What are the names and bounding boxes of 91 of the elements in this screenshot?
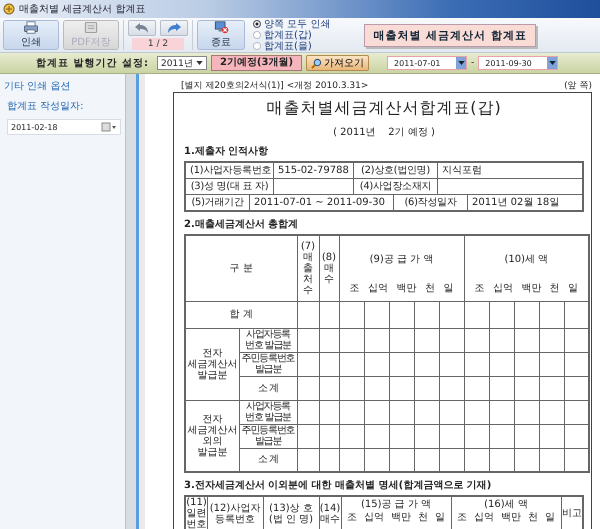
print-button[interactable]: 인쇄: [3, 20, 59, 50]
calendar-icon: [101, 122, 117, 132]
column-header: (14)매수: [319, 496, 341, 529]
unit-label: 천: [550, 283, 560, 294]
page-indicator: 1 / 2: [132, 38, 184, 50]
column-header: (16)세 액: [483, 499, 529, 510]
column-header: (15)공 급 가 액: [360, 499, 432, 510]
section-heading: 2.매출세금계산서 총합계: [184, 218, 300, 231]
splitter-handle[interactable]: [125, 74, 139, 529]
start-date-field[interactable]: 2011-07-01: [387, 56, 468, 70]
field-value: 2011-07-01 ~ 2011-09-30: [254, 197, 385, 208]
unit-label: 백만: [501, 512, 521, 523]
unit-label: 조: [457, 512, 467, 523]
row-group-header: 전자 세금계산서 외의 발급분: [185, 400, 239, 472]
unit-label: 조: [350, 283, 360, 294]
column-header: (8)매수: [319, 235, 339, 301]
caret-icon: [548, 61, 556, 65]
caret-icon: [458, 61, 465, 65]
unit-label: 일: [545, 512, 555, 523]
date-field-label: 합계표 작성일자:: [6, 100, 85, 113]
unit-label: 일: [568, 283, 578, 294]
unit-label: 백만: [391, 512, 411, 523]
page-side-label: (앞 쪽): [564, 80, 592, 92]
monitor-close-icon: [212, 21, 230, 34]
form-heading: 매출처별세금계산서합계표(갑): [265, 98, 503, 119]
column-header: (9)공 급 가 액: [368, 254, 434, 265]
field-value: 2011년 02월 18일: [472, 197, 560, 208]
caret-icon: [196, 61, 203, 65]
field-label: (3)성 명(대 표 자): [186, 179, 274, 194]
unit-label: 십억: [364, 512, 384, 523]
forward-button[interactable]: [160, 20, 188, 36]
unit-label: 백만: [396, 283, 417, 294]
radio-dot[interactable]: [253, 42, 261, 50]
field-value: 515-02-79788: [278, 165, 349, 176]
dropdown-button[interactable]: [547, 57, 558, 69]
year-dropdown[interactable]: 2011년: [156, 56, 207, 70]
row-header: 사업자등록 번호 발급분: [239, 400, 297, 424]
back-button[interactable]: [128, 20, 156, 36]
forward-arrow-icon: [166, 22, 182, 34]
date-field[interactable]: 2011-02-18: [7, 119, 121, 135]
column-header: 구 분: [185, 235, 297, 301]
row-header: 합 계: [185, 301, 297, 328]
unit-label: 일: [443, 283, 454, 294]
field-label: (1)사업자등록번호: [186, 163, 274, 178]
field-label: (6)작성일자: [394, 195, 468, 210]
unit-label: 조: [347, 512, 357, 523]
period-label: 합계표 발행기간 설정:: [36, 57, 149, 70]
unit-label: 십억: [474, 512, 494, 523]
field-label: (4)사업장소재지: [354, 179, 438, 194]
row-group-header: 전자 세금계산서 발급분: [185, 328, 239, 400]
print-option-radio[interactable]: 합계표(을): [253, 40, 330, 52]
unit-label: 일: [435, 512, 445, 523]
row-header: 사업자등록 번호 발급분: [239, 328, 297, 352]
end-date-field[interactable]: 2011-09-30: [478, 56, 558, 70]
back-arrow-icon: [134, 22, 150, 34]
fetch-button[interactable]: 가져오기: [306, 55, 370, 71]
sidebar-heading: 기타 인쇄 옵션: [4, 80, 72, 93]
field-label: (5)거래기간: [186, 195, 250, 210]
app-icon: [3, 3, 15, 15]
dropdown-button[interactable]: [456, 57, 466, 69]
unit-label: 천: [424, 283, 435, 294]
column-header: (7)매출처수: [297, 235, 319, 301]
column-header: (11)일련번호: [185, 496, 207, 529]
unit-label: 조: [474, 283, 485, 294]
form-reference: [별지 제20호의2서식(1)] <개정 2010.3.31>: [181, 80, 368, 92]
unit-label: 천: [418, 512, 428, 523]
unit-label: 백만: [521, 283, 542, 294]
section-heading: 1.제출자 인적사항: [184, 145, 270, 158]
unit-label: 십억: [368, 283, 388, 294]
print-option-radio[interactable]: 합계표(갑): [253, 30, 330, 40]
period-label-badge: 2기예정(3개월): [210, 55, 302, 71]
date-separator: -: [471, 58, 474, 68]
radio-dot[interactable]: [253, 31, 261, 39]
row-header: 소 계: [239, 376, 297, 400]
radio-dot[interactable]: [253, 20, 261, 28]
section-heading: 3.전자세금계산서 이외분에 대한 매출처별 명세(합계금액으로 기재): [184, 479, 492, 492]
print-option-radio[interactable]: 양쪽 모두 인쇄: [253, 18, 330, 30]
unit-label: 천: [528, 512, 538, 523]
field-value: 지식포럼: [442, 165, 482, 176]
window-title: 매출처별 세금계산서 합계표: [19, 3, 146, 16]
magnifier-icon: [311, 58, 322, 68]
field-label: (2)상호(법인명): [354, 163, 438, 178]
form-period: ( 2011년 2기 예정 ): [332, 126, 436, 139]
form-title: 매출처별 세금계산서 합계표: [364, 24, 536, 46]
column-header: (10)세 액: [503, 254, 550, 265]
document-icon: [82, 21, 100, 34]
row-header: 주민등록번호 발급분: [239, 424, 297, 448]
exit-button[interactable]: 종료: [197, 20, 245, 50]
printer-icon: [22, 21, 40, 34]
unit-label: 십억: [493, 283, 513, 294]
row-header: 주민등록번호 발급분: [239, 352, 297, 376]
